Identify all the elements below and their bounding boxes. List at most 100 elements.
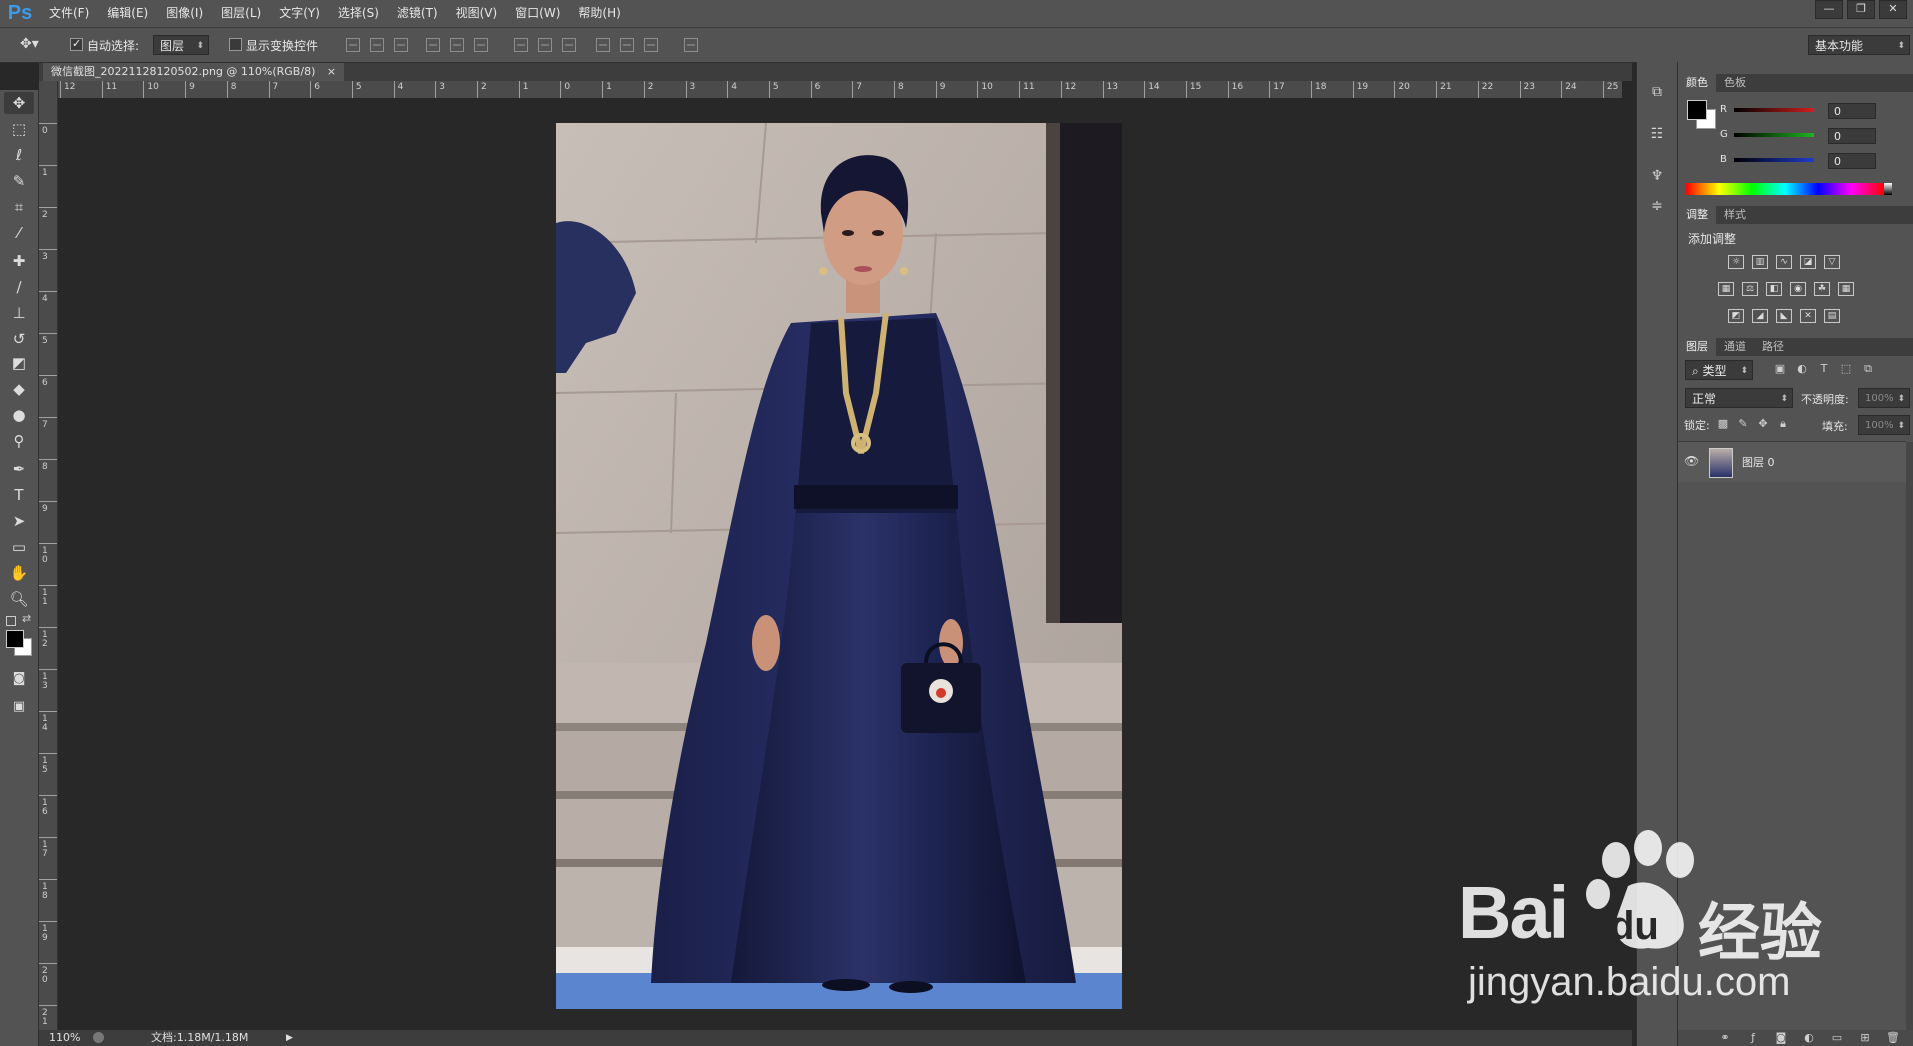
filter-type-icon[interactable]: T bbox=[1817, 362, 1831, 376]
layer-style-icon[interactable]: ƒ bbox=[1746, 1031, 1760, 1045]
filter-shape-icon[interactable]: ⬚ bbox=[1839, 362, 1853, 376]
lock-all-icon[interactable]: 🔒︎ bbox=[1776, 417, 1790, 431]
channel-b-input[interactable]: 0 bbox=[1828, 153, 1876, 169]
gradient-map-icon[interactable]: ▤ bbox=[1824, 309, 1840, 323]
vibrance-icon[interactable]: ▽ bbox=[1824, 255, 1840, 269]
align-right-icon[interactable] bbox=[474, 38, 488, 52]
opacity-input[interactable]: 100% bbox=[1858, 388, 1910, 409]
distribute-vcenter-icon[interactable] bbox=[538, 38, 552, 52]
tab-paths[interactable]: 路径 bbox=[1754, 338, 1792, 356]
layer-row[interactable]: 👁︎ 图层 0 bbox=[1678, 442, 1906, 482]
status-menu-arrow-icon[interactable]: ▶ bbox=[286, 1030, 293, 1046]
history-panel-icon[interactable]: ⧉ bbox=[1647, 84, 1667, 102]
distribute-hcenter-icon[interactable] bbox=[620, 38, 634, 52]
eraser-tool-icon[interactable]: ◩ bbox=[4, 352, 34, 374]
color-balance-icon[interactable]: ⚖ bbox=[1742, 282, 1758, 296]
channel-mixer-icon[interactable]: ☘ bbox=[1814, 282, 1830, 296]
menu-view[interactable]: 视图(V) bbox=[447, 0, 507, 27]
menu-file[interactable]: 文件(F) bbox=[40, 0, 98, 27]
vertical-ruler[interactable]: 0 1 2 3 4 5 6 7 8 9 10 11 12 13 14 15 16 17 18 19 20 21 bbox=[39, 98, 58, 1030]
filter-adjustment-icon[interactable]: ◐ bbox=[1795, 362, 1809, 376]
new-adjustment-icon[interactable]: ◐ bbox=[1802, 1031, 1816, 1045]
restore-button[interactable]: ❐ bbox=[1847, 0, 1875, 19]
auto-align-icon[interactable] bbox=[684, 38, 698, 52]
menu-type[interactable]: 文字(Y) bbox=[270, 0, 329, 27]
lasso-tool-icon[interactable]: ℓ bbox=[4, 144, 34, 166]
distribute-top-icon[interactable] bbox=[514, 38, 528, 52]
color-spectrum-bar[interactable] bbox=[1686, 183, 1884, 195]
tab-adjustments[interactable]: 调整 bbox=[1678, 206, 1716, 224]
zoom-level[interactable]: 110% bbox=[49, 1030, 80, 1046]
auto-select-checkbox[interactable] bbox=[70, 37, 83, 51]
document-tab[interactable]: 微信截图_20221128120502.png @ 110%(RGB/8) × bbox=[43, 63, 345, 81]
filter-pixel-icon[interactable]: ▣ bbox=[1773, 362, 1787, 376]
layer-filter-dropdown[interactable]: ⌕ 类型 bbox=[1685, 360, 1753, 381]
color-lookup-icon[interactable]: ▦ bbox=[1838, 282, 1854, 296]
curves-icon[interactable]: ∿ bbox=[1776, 255, 1792, 269]
eye-visibility-icon[interactable]: 👁︎ bbox=[1684, 454, 1699, 468]
move-tool-preset-icon[interactable]: ✥▾ bbox=[20, 36, 46, 54]
color-foreground-swatch[interactable] bbox=[1687, 100, 1707, 120]
threshold-icon[interactable]: ◣ bbox=[1776, 309, 1792, 323]
levels-icon[interactable]: ▥ bbox=[1752, 255, 1768, 269]
align-bottom-icon[interactable] bbox=[394, 38, 408, 52]
delete-layer-icon[interactable]: 🗑︎ bbox=[1886, 1031, 1900, 1045]
hand-tool-icon[interactable]: ✋ bbox=[4, 562, 34, 584]
properties-panel-icon[interactable]: ☷ bbox=[1647, 126, 1667, 144]
minimize-button[interactable]: — bbox=[1815, 0, 1843, 19]
tab-styles[interactable]: 样式 bbox=[1716, 206, 1754, 224]
workspace-dropdown[interactable]: 基本功能 bbox=[1808, 35, 1910, 56]
auto-select-target-dropdown[interactable]: 图层 bbox=[153, 35, 209, 56]
marquee-tool-icon[interactable]: ⬚ bbox=[4, 118, 34, 140]
distribute-right-icon[interactable] bbox=[644, 38, 658, 52]
brush-settings-panel-icon[interactable]: ≑ bbox=[1647, 198, 1667, 216]
black-white-icon[interactable]: ◧ bbox=[1766, 282, 1782, 296]
black-white-ramp[interactable] bbox=[1884, 183, 1892, 195]
align-vcenter-icon[interactable] bbox=[370, 38, 384, 52]
clone-stamp-tool-icon[interactable]: ⊥ bbox=[4, 302, 34, 324]
lock-transparent-icon[interactable]: ▩ bbox=[1716, 417, 1730, 431]
filter-smart-object-icon[interactable]: ⧉ bbox=[1861, 362, 1875, 376]
close-window-button[interactable]: ✕ bbox=[1879, 0, 1907, 19]
align-top-icon[interactable] bbox=[346, 38, 360, 52]
move-tool-icon[interactable]: ✥ bbox=[4, 92, 34, 114]
new-layer-icon[interactable]: ⊞ bbox=[1858, 1031, 1872, 1045]
tab-color[interactable]: 颜色 bbox=[1678, 74, 1716, 92]
zoom-tool-icon[interactable]: 🔍︎ bbox=[4, 588, 34, 610]
align-hcenter-icon[interactable] bbox=[450, 38, 464, 52]
brightness-contrast-icon[interactable]: ☼ bbox=[1728, 255, 1744, 269]
default-colors-icon[interactable] bbox=[6, 616, 16, 626]
pen-tool-icon[interactable]: ✒ bbox=[4, 458, 34, 480]
document-image[interactable] bbox=[556, 123, 1122, 1009]
eyedropper-tool-icon[interactable]: ⁄ bbox=[4, 222, 34, 244]
history-brush-tool-icon[interactable]: ↺ bbox=[4, 328, 34, 350]
lock-image-icon[interactable]: ✎ bbox=[1736, 417, 1750, 431]
menu-layer[interactable]: 图层(L) bbox=[212, 0, 270, 27]
posterize-icon[interactable]: ◢ bbox=[1752, 309, 1768, 323]
brush-tool-icon[interactable]: ∕ bbox=[4, 276, 34, 298]
layer-name[interactable]: 图层 0 bbox=[1742, 454, 1775, 470]
quick-select-tool-icon[interactable]: ✎ bbox=[4, 170, 34, 192]
tab-layers[interactable]: 图层 bbox=[1678, 338, 1716, 356]
exposure-icon[interactable]: ◪ bbox=[1800, 255, 1816, 269]
invert-icon[interactable]: ◩ bbox=[1728, 309, 1744, 323]
status-info-icon[interactable] bbox=[93, 1032, 104, 1043]
foreground-color-swatch[interactable] bbox=[6, 630, 24, 648]
channel-b-slider[interactable] bbox=[1734, 158, 1814, 162]
screen-mode-icon[interactable]: ▣ bbox=[4, 696, 34, 718]
channel-r-input[interactable]: 0 bbox=[1828, 103, 1876, 119]
rectangle-tool-icon[interactable]: ▭ bbox=[4, 536, 34, 558]
close-tab-icon[interactable]: × bbox=[327, 65, 336, 78]
brush-presets-panel-icon[interactable]: ♆ bbox=[1647, 168, 1667, 186]
path-selection-tool-icon[interactable]: ➤ bbox=[4, 510, 34, 532]
distribute-left-icon[interactable] bbox=[596, 38, 610, 52]
photo-filter-icon[interactable]: ◉ bbox=[1790, 282, 1806, 296]
lock-position-icon[interactable]: ✥ bbox=[1756, 417, 1770, 431]
channel-r-slider[interactable] bbox=[1734, 108, 1814, 112]
hue-saturation-icon[interactable]: ▦ bbox=[1718, 282, 1734, 296]
align-left-icon[interactable] bbox=[426, 38, 440, 52]
new-group-icon[interactable]: ▭ bbox=[1830, 1031, 1844, 1045]
menu-image[interactable]: 图像(I) bbox=[157, 0, 212, 27]
layer-mask-icon[interactable]: ◙ bbox=[1774, 1031, 1788, 1045]
distribute-bottom-icon[interactable] bbox=[562, 38, 576, 52]
